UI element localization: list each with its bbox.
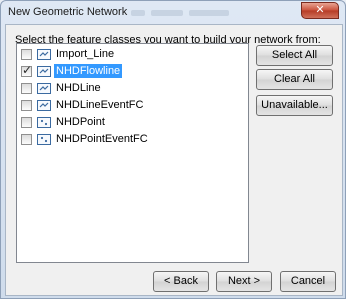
checkbox[interactable] [21, 116, 32, 128]
window-title: New Geometric Network [8, 6, 128, 18]
cancel-button[interactable]: Cancel [280, 271, 336, 292]
line-feature-class-icon [37, 99, 51, 111]
line-feature-class-icon [37, 82, 51, 94]
point-feature-class-icon [37, 116, 51, 128]
back-button[interactable]: < Back [153, 271, 209, 292]
list-item-label: NHDFlowline [54, 64, 123, 78]
checkmark-icon: ✓ [22, 62, 33, 77]
list-item[interactable]: NHDLineEventFC [21, 98, 145, 112]
checkbox[interactable] [21, 82, 32, 94]
checkbox[interactable]: ✓ [21, 62, 33, 77]
background-artifact [189, 10, 229, 16]
checkbox[interactable] [21, 133, 32, 145]
background-artifact [131, 10, 145, 16]
unavailable-button[interactable]: Unavailable... [256, 95, 333, 116]
point-feature-class-icon [37, 133, 51, 145]
line-feature-class-icon [37, 65, 51, 77]
list-item-label: Import_Line [56, 48, 115, 60]
select-all-button[interactable]: Select All [256, 45, 333, 66]
line-feature-class-icon [37, 48, 51, 60]
clear-all-button[interactable]: Clear All [256, 69, 333, 90]
list-item-label: NHDLineEventFC [56, 99, 144, 111]
list-item[interactable]: NHDPoint [21, 115, 107, 129]
checkbox[interactable] [21, 99, 32, 111]
checkbox[interactable] [21, 48, 32, 60]
close-button[interactable]: ✕ [301, 2, 339, 19]
feature-class-list[interactable]: Import_Line ✓ NHDFlowline NHDLine NHDLin… [16, 43, 249, 263]
list-item-label: NHDPoint [56, 116, 105, 128]
close-icon: ✕ [315, 4, 325, 16]
dialog-window: New Geometric Network ✕ Select the featu… [0, 0, 346, 299]
list-item[interactable]: Import_Line [21, 47, 116, 61]
title-bar[interactable]: New Geometric Network ✕ [1, 1, 345, 23]
next-button[interactable]: Next > [216, 271, 272, 292]
dialog-client-area: Select the feature classes you want to b… [5, 24, 343, 296]
list-item-label: NHDLine [56, 82, 101, 94]
list-item[interactable]: ✓ NHDFlowline [21, 62, 123, 78]
list-item-label: NHDPointEventFC [56, 133, 148, 145]
background-artifact [151, 10, 183, 16]
list-item[interactable]: NHDLine [21, 81, 103, 95]
list-item[interactable]: NHDPointEventFC [21, 132, 150, 146]
